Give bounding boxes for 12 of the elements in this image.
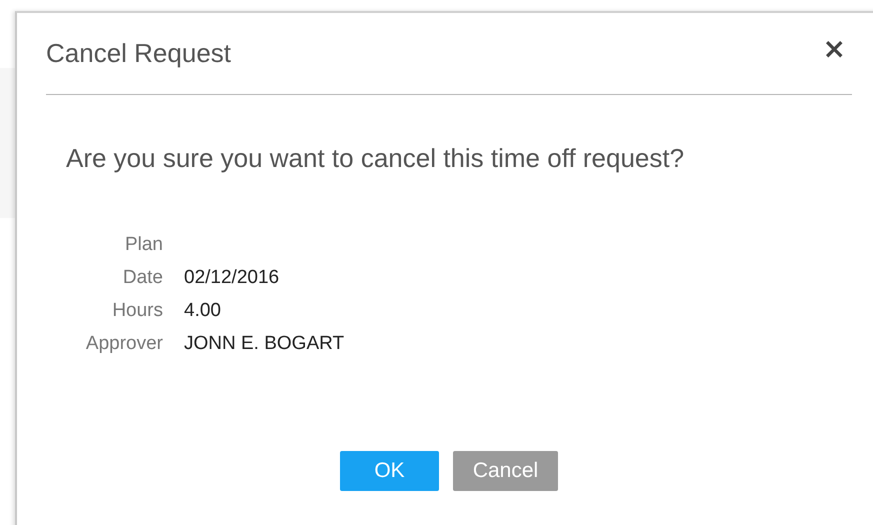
- field-label: Hours: [111, 300, 163, 322]
- ok-button[interactable]: OK: [340, 451, 439, 491]
- close-button[interactable]: ×: [822, 34, 852, 62]
- field-value: JONN E. BOGART: [184, 333, 346, 355]
- confirmation-question: Are you sure you want to cancel this time off request?: [66, 143, 686, 174]
- field-value: 02/12/2016: [184, 267, 280, 289]
- field-label: Date: [122, 267, 163, 289]
- field-label: Plan: [124, 234, 163, 256]
- field-label: Approver: [84, 333, 163, 355]
- cancel-button[interactable]: Cancel: [453, 451, 558, 491]
- field-value: 4.00: [184, 300, 222, 322]
- dialog-title: Cancel Request: [46, 38, 231, 69]
